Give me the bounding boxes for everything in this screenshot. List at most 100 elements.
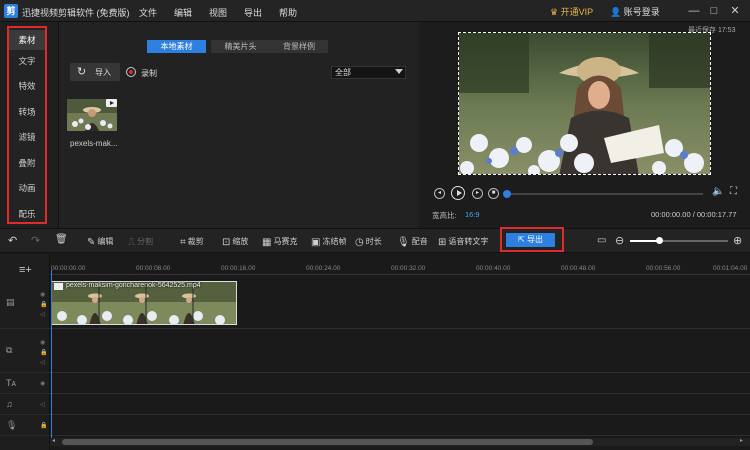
track-divider — [0, 328, 750, 329]
play-button[interactable] — [451, 186, 465, 200]
split-button[interactable]: ⎍ 分割 — [128, 236, 153, 248]
voice-track-icon: 🎙 — [6, 420, 18, 430]
crown-icon: ♛ — [550, 7, 559, 17]
track-divider — [0, 393, 750, 394]
side-item-text[interactable]: 文字 — [9, 54, 45, 68]
record-icon[interactable] — [126, 67, 136, 77]
tick-label: 00:00:08.00 — [136, 265, 171, 272]
video-badge-icon — [54, 283, 63, 290]
maximize-button[interactable]: □ — [706, 3, 722, 19]
eye-icon[interactable]: ◉ — [40, 339, 45, 346]
scroll-left-icon[interactable]: ◂ — [52, 437, 55, 444]
tab-intro[interactable]: 精美片头 — [211, 40, 270, 53]
mute-icon[interactable]: ◁ — [40, 359, 45, 366]
prev-frame-button[interactable]: ◂ — [434, 188, 445, 199]
fullscreen-icon[interactable]: ⛶ — [730, 186, 737, 197]
media-label: pexels-mak... — [70, 139, 118, 148]
add-track-icon[interactable]: ≡+ — [19, 264, 32, 276]
app-title: 迅捷视频剪辑软件 (免费版) — [22, 8, 130, 18]
redo-icon[interactable]: ↷ — [31, 234, 40, 247]
menu-edit[interactable]: 编辑 — [174, 6, 192, 19]
delete-icon[interactable]: 🗑 — [55, 234, 68, 245]
zoom-icon: ⊡ — [222, 237, 231, 248]
tick-label: 00:00:56.00 — [646, 265, 681, 272]
stop-button[interactable]: ■ — [488, 188, 499, 199]
lock-icon[interactable]: 🔒 — [40, 349, 47, 356]
mosaic-button[interactable]: ▦ 马赛克 — [262, 236, 297, 248]
fit-screen-icon[interactable]: ▭ — [597, 235, 606, 246]
side-item-transition[interactable]: 转场 — [9, 105, 45, 119]
dubbing-button[interactable]: 🎙 配音 — [397, 236, 428, 248]
edit-button[interactable]: ✎ 编辑 — [87, 236, 113, 248]
video-track-icon: ▤ — [6, 297, 15, 307]
clock-icon: ◷ — [355, 237, 364, 248]
text-track-icon: Tᴀ — [6, 378, 16, 388]
zoom-in-icon[interactable]: ⊕ — [733, 234, 742, 247]
playhead[interactable] — [51, 270, 52, 440]
side-item-overlay[interactable]: 叠附 — [9, 156, 45, 170]
side-item-effects[interactable]: 特效 — [9, 79, 45, 93]
vip-button[interactable]: ♛ 开通VIP — [550, 5, 593, 18]
preview-video[interactable] — [458, 32, 711, 175]
close-button[interactable]: ✕ — [727, 3, 743, 19]
tab-background[interactable]: 背景样例 — [270, 40, 328, 53]
track-divider — [0, 372, 750, 373]
mosaic-icon: ▦ — [262, 237, 272, 248]
split-icon: ⎍ — [128, 237, 135, 248]
crop-icon: ⌗ — [180, 237, 186, 248]
progress-track[interactable] — [507, 193, 703, 195]
progress-knob[interactable] — [503, 190, 511, 198]
login-button[interactable]: 👤 账号登录 — [610, 5, 660, 18]
aspect-value[interactable]: 16:9 — [465, 210, 480, 219]
tick-label: 00:00:40.00 — [476, 265, 511, 272]
login-label: 账号登录 — [623, 7, 660, 17]
mute-icon[interactable]: ◁ — [40, 401, 45, 408]
music-track-icon: ♫ — [6, 399, 13, 409]
zoom-tool-button[interactable]: ⊡ 缩放 — [222, 236, 248, 248]
speech-to-text-button[interactable]: ⊞ 语音转文字 — [438, 236, 488, 248]
zoom-out-icon[interactable]: ⊖ — [615, 234, 624, 247]
freeze-frame-icon: ▣ — [311, 237, 321, 248]
zoom-slider-fill — [630, 240, 660, 242]
timecode: 00:00:00.00 / 00:00:17.77 — [651, 210, 737, 219]
track-divider — [0, 414, 750, 415]
user-icon: 👤 — [610, 7, 622, 17]
crop-button[interactable]: ⌗ 裁剪 — [180, 236, 204, 248]
import-label: 导入 — [95, 68, 111, 77]
menu-export[interactable]: 导出 — [244, 6, 262, 19]
menu-view[interactable]: 视图 — [209, 6, 227, 19]
edit-icon: ✎ — [87, 237, 96, 248]
next-frame-button[interactable]: ▸ — [472, 188, 483, 199]
menu-help[interactable]: 帮助 — [279, 6, 297, 19]
ruler-line — [50, 274, 750, 275]
tick-label: 00:00:00.00 — [51, 265, 86, 272]
speech-to-text-icon: ⊞ — [438, 237, 447, 248]
side-menu: 素材 文字 特效 转场 滤镜 叠附 动画 配乐 — [7, 26, 47, 224]
side-item-animation[interactable]: 动画 — [9, 181, 45, 195]
export-button[interactable]: ⇱ 导出 — [506, 233, 555, 247]
tick-label: 00:00:16.00 — [221, 265, 256, 272]
aspect-label: 宽高比: — [432, 211, 457, 220]
clip-label: pexels-maksim-goncharenok-5642525.mp4 — [66, 282, 201, 289]
import-button[interactable]: ↻ 导入 — [70, 63, 120, 81]
freeze-frame-button[interactable]: ▣ 冻结帧 — [311, 236, 346, 248]
horizontal-scrollbar[interactable] — [62, 439, 593, 445]
eye-icon[interactable]: ◉ — [40, 291, 45, 298]
duration-button[interactable]: ◷ 时长 — [355, 236, 382, 248]
side-item-music[interactable]: 配乐 — [9, 207, 45, 221]
scroll-right-icon[interactable]: ▸ — [740, 437, 743, 444]
side-item-filter[interactable]: 滤镜 — [9, 130, 45, 144]
volume-icon[interactable]: 🔈 — [712, 186, 724, 197]
mute-icon[interactable]: ◁ — [40, 311, 45, 318]
video-badge-icon — [106, 99, 117, 107]
tab-local-material[interactable]: 本地素材 — [147, 40, 206, 53]
side-item-material[interactable]: 素材 — [9, 30, 45, 50]
minimize-button[interactable]: — — [686, 3, 702, 19]
menu-file[interactable]: 文件 — [139, 6, 157, 19]
record-label[interactable]: 录制 — [141, 68, 157, 79]
chevron-down-icon — [395, 69, 403, 74]
lock-icon[interactable]: 🔒 — [40, 301, 47, 308]
undo-icon[interactable]: ↶ — [8, 234, 17, 247]
eye-icon[interactable]: ◉ — [40, 380, 45, 387]
lock-icon[interactable]: 🔒 — [40, 422, 47, 429]
